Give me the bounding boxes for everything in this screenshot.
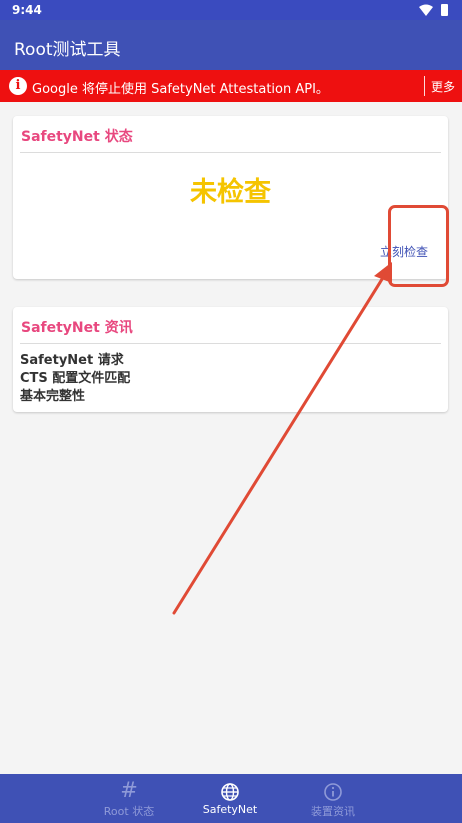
status-card-divider [20,152,441,153]
nav-device-info-label: 装置资讯 [311,805,355,818]
status-icons [419,4,448,16]
nav-device-info[interactable]: 装置资讯 [278,774,388,823]
info-card-divider [20,343,441,344]
nav-root-status-label: Root 状态 [103,805,155,818]
nav-root-status[interactable]: # Root 状态 [74,774,184,823]
safetynet-status-value: 未检查 [190,177,271,208]
info-list: SafetyNet 请求 CTS 配置文件匹配 基本完整性 [20,352,130,406]
info-icon: i [9,77,27,95]
hash-icon: # [120,778,138,802]
globe-icon [221,783,239,801]
wifi-icon [419,4,433,16]
info-line-cts-profile: CTS 配置文件匹配 [20,371,131,386]
nav-safetynet-label: SafetyNet [202,803,258,816]
app-title: Root测试工具 [14,40,121,60]
info-circle-icon [324,783,342,801]
nav-safetynet[interactable]: SafetyNet [175,774,285,823]
banner-more-button[interactable]: 更多 [431,78,455,95]
info-card-title: SafetyNet 资讯 [21,320,133,336]
status-time: 9:44 [12,3,42,17]
status-bar: 9:44 [0,0,462,20]
bottom-navigation: # Root 状态 SafetyNet 装置资讯 [0,774,462,823]
deprecation-banner: i Google 将停止使用 SafetyNet Attestation API… [0,70,462,102]
info-line-basic-integrity: 基本完整性 [20,389,86,404]
banner-text: Google 将停止使用 SafetyNet Attestation API。 [32,82,329,97]
status-card-title: SafetyNet 状态 [21,129,133,145]
safetynet-status-card: SafetyNet 状态 未检查 立刻检查 [13,116,448,279]
app-bar: Root测试工具 [0,20,462,70]
safetynet-info-card: SafetyNet 资讯 SafetyNet 请求 CTS 配置文件匹配 基本完… [13,307,448,412]
battery-icon [441,4,448,16]
annotation-highlight-box [388,205,449,287]
banner-divider [424,76,425,96]
info-line-request: SafetyNet 请求 [20,353,124,368]
